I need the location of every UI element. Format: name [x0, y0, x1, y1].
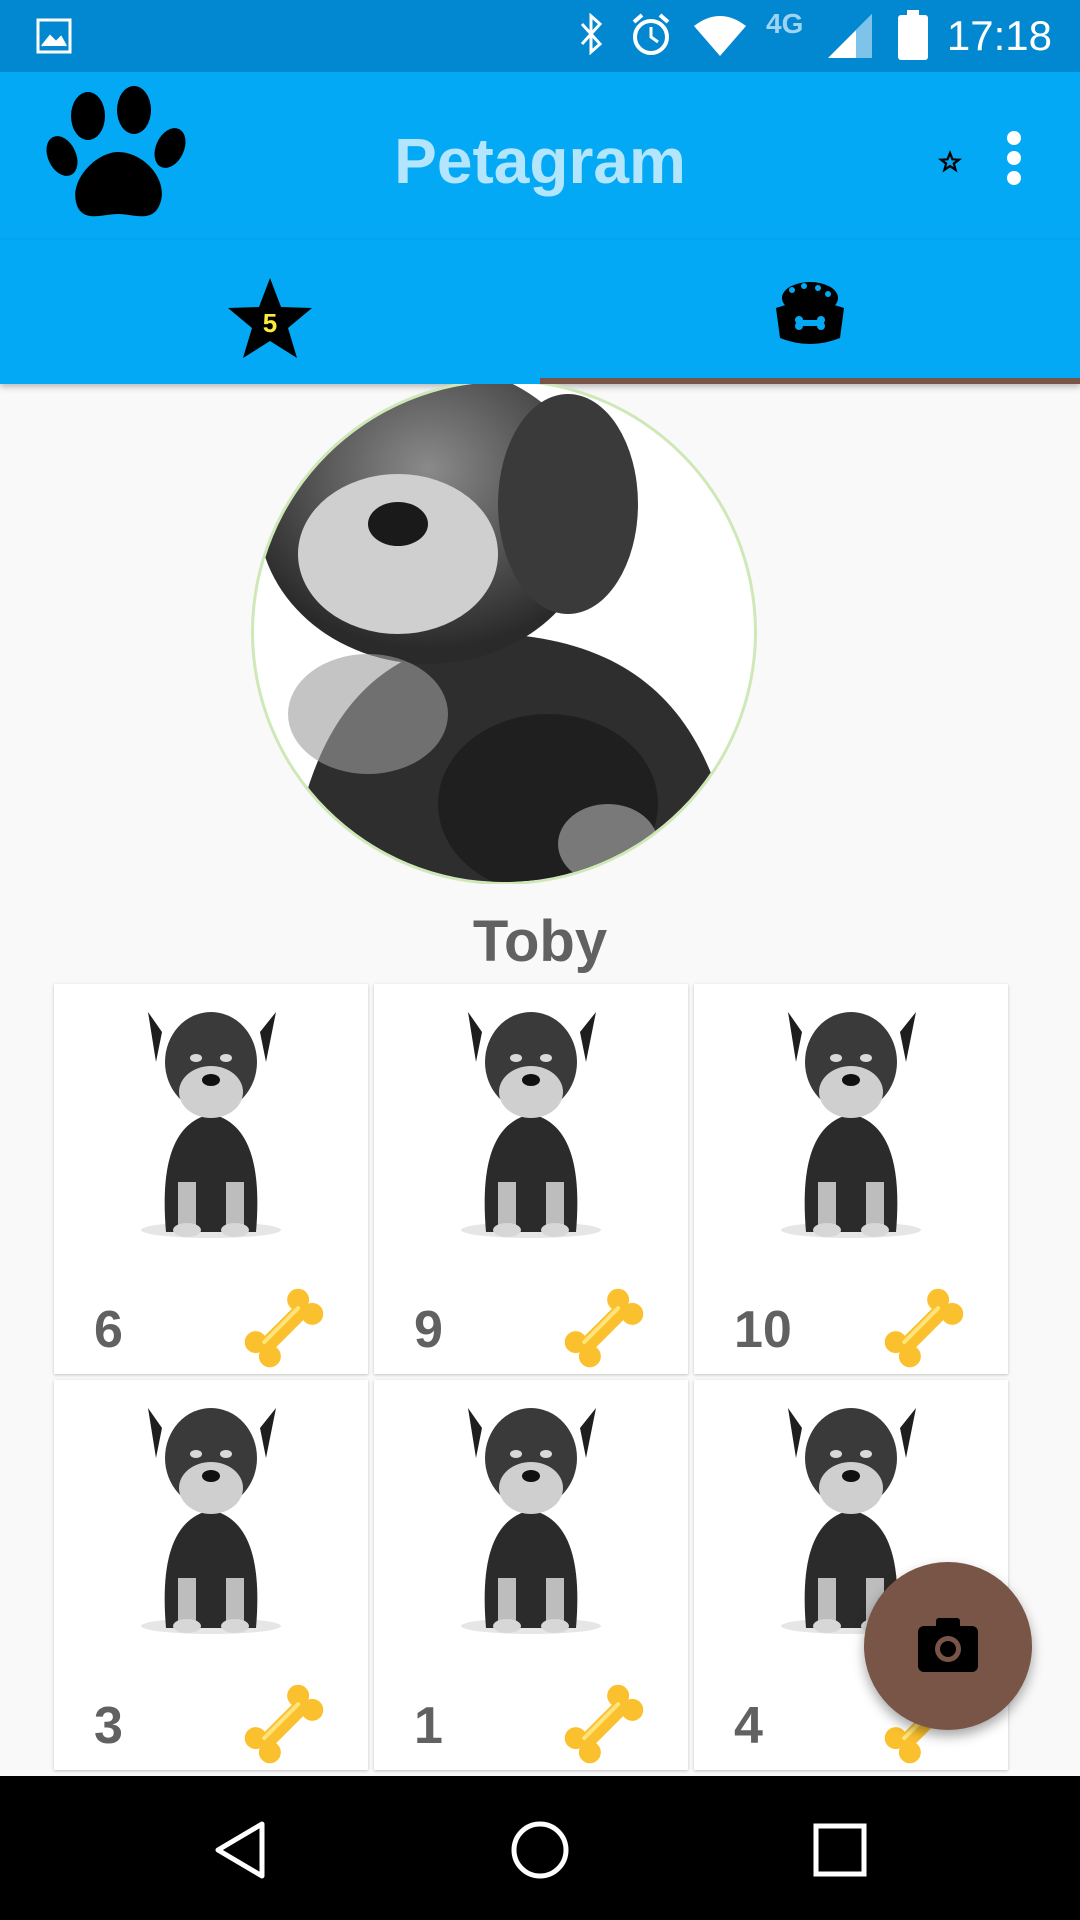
like-count: 9 — [414, 1301, 443, 1359]
tab-bar: 5 — [0, 240, 1080, 384]
bone-like-icon[interactable] — [556, 1676, 652, 1772]
photo-card[interactable]: 1 — [374, 1380, 688, 1770]
pet-bowl-icon — [776, 282, 844, 344]
app-title: Petagram — [394, 125, 686, 197]
dog-photo — [446, 992, 616, 1242]
tab-favorites[interactable]: 5 — [0, 240, 540, 384]
system-nav-bar — [0, 1776, 1080, 1920]
back-icon[interactable] — [212, 1820, 268, 1880]
dog-photo — [446, 1388, 616, 1638]
bone-like-icon[interactable] — [236, 1676, 332, 1772]
clock: 17:18 — [946, 12, 1052, 59]
home-icon[interactable] — [508, 1818, 572, 1882]
gallery-notification-icon — [36, 18, 72, 54]
like-count: 6 — [94, 1301, 123, 1359]
alarm-icon — [632, 13, 670, 55]
recents-icon[interactable] — [812, 1822, 868, 1878]
like-count: 10 — [734, 1301, 792, 1359]
photo-card[interactable]: 3 — [54, 1380, 368, 1770]
app-bar: Petagram — [0, 72, 1080, 240]
battery-icon — [898, 10, 928, 60]
bone-like-icon[interactable] — [236, 1280, 332, 1376]
network-type-label: 4G — [766, 8, 804, 39]
status-bar: 4G 17:18 — [0, 0, 1080, 72]
dog-photo — [126, 992, 296, 1242]
like-count: 1 — [414, 1697, 443, 1755]
photo-card[interactable]: 6 — [54, 984, 368, 1374]
dog-photo — [126, 1388, 296, 1638]
overflow-menu-icon[interactable] — [998, 128, 1030, 188]
camera-fab-button[interactable] — [864, 1562, 1032, 1730]
star-badge-icon: 5 — [228, 278, 312, 358]
bone-like-icon[interactable] — [876, 1280, 972, 1376]
wifi-icon — [694, 16, 746, 56]
like-count: 3 — [94, 1697, 123, 1755]
favorites-badge-count: 5 — [263, 308, 277, 338]
signal-icon — [828, 14, 872, 58]
favorites-star-icon[interactable] — [932, 144, 968, 180]
bluetooth-icon — [580, 12, 603, 56]
bone-like-icon[interactable] — [556, 1280, 652, 1376]
like-count: 4 — [734, 1697, 763, 1755]
camera-icon — [918, 1618, 978, 1672]
photo-card[interactable]: 9 — [374, 984, 688, 1374]
tab-profile[interactable] — [540, 240, 1080, 384]
dog-photo — [766, 992, 936, 1242]
photo-card[interactable]: 10 — [694, 984, 1008, 1374]
pet-avatar — [248, 379, 760, 885]
pet-name: Toby — [472, 909, 608, 974]
